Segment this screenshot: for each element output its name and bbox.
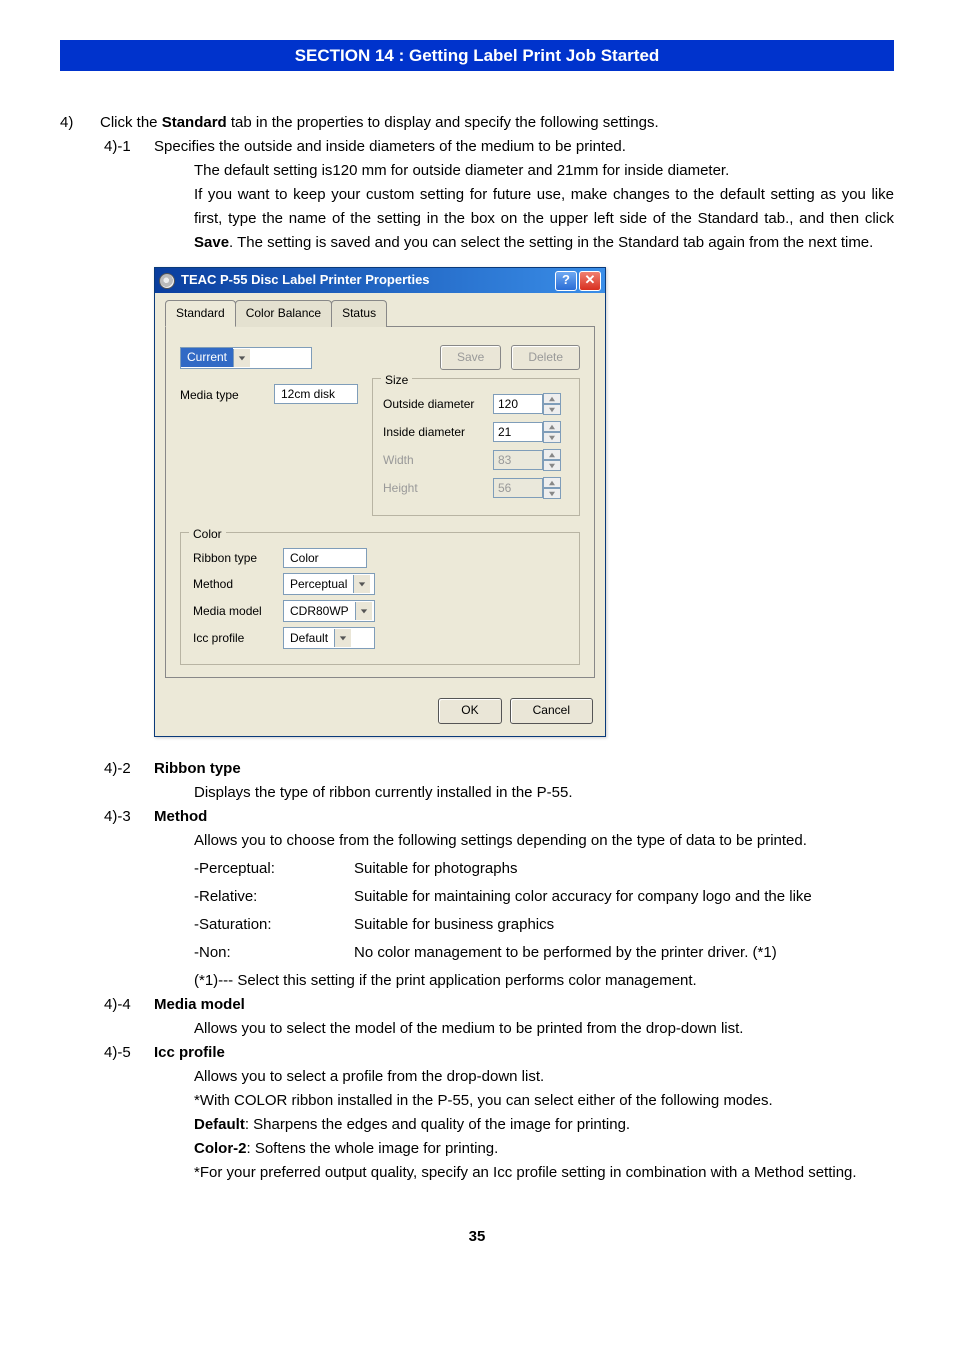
step-4-2-desc: Displays the type of ribbon currently in… — [194, 781, 894, 805]
size-legend: Size — [381, 371, 412, 390]
cancel-button[interactable]: Cancel — [510, 698, 593, 723]
outside-diameter-input[interactable]: 120 — [493, 394, 543, 414]
save-button[interactable]: Save — [440, 345, 501, 370]
tab-status[interactable]: Status — [331, 300, 387, 327]
chevron-down-icon — [543, 460, 561, 471]
step-4-5-l3: Default: Sharpens the edges and quality … — [194, 1113, 894, 1137]
chevron-down-icon[interactable] — [355, 602, 372, 620]
height-input: 56 — [493, 478, 543, 498]
step-4-1-line: Specifies the outside and inside diamete… — [154, 135, 626, 159]
chevron-up-icon[interactable] — [543, 393, 561, 404]
chevron-down-icon[interactable] — [543, 404, 561, 415]
step-4-2-number: 4)-2 — [104, 757, 154, 781]
width-spinner — [543, 449, 561, 471]
dialog-title: TEAC P-55 Disc Label Printer Properties — [181, 270, 430, 291]
step-4-1-p2: If you want to keep your custom setting … — [194, 183, 894, 255]
step-4-3-desc: Allows you to choose from the following … — [194, 829, 894, 853]
page-number: 35 — [60, 1225, 894, 1249]
chevron-up-icon — [543, 449, 561, 460]
method-label: Method — [193, 575, 283, 594]
help-button[interactable]: ? — [555, 271, 577, 291]
tab-standard[interactable]: Standard — [165, 300, 236, 327]
method-options: -Perceptual:Suitable for photographs -Re… — [194, 857, 894, 965]
step-4-4-title: Media model — [154, 993, 245, 1017]
height-spinner — [543, 477, 561, 499]
icc-profile-label: Icc profile — [193, 629, 283, 648]
chevron-down-icon[interactable] — [543, 432, 561, 443]
list-item: -Saturation:Suitable for business graphi… — [194, 913, 894, 937]
method-select[interactable]: Perceptual — [283, 573, 375, 595]
step-4-4-desc: Allows you to select the model of the me… — [194, 1017, 894, 1041]
chevron-up-icon[interactable] — [543, 421, 561, 432]
step-4-3-note: (*1)--- Select this setting if the print… — [194, 969, 894, 993]
delete-button[interactable]: Delete — [511, 345, 580, 370]
size-group: Size Outside diameter 120 Inside diamete… — [372, 378, 580, 516]
step-4-1-number: 4)-1 — [104, 135, 154, 159]
ribbon-type-field: Color — [283, 548, 367, 568]
step-4-5-number: 4)-5 — [104, 1041, 154, 1065]
chevron-up-icon — [543, 477, 561, 488]
list-item: -Non:No color management to be performed… — [194, 941, 894, 965]
preset-select[interactable]: Current — [180, 347, 312, 369]
chevron-down-icon[interactable] — [353, 575, 370, 593]
step-4-5-title: Icc profile — [154, 1041, 225, 1065]
step-4-5-l1: Allows you to select a profile from the … — [194, 1065, 894, 1089]
outside-spinner[interactable] — [543, 393, 561, 415]
ribbon-type-label: Ribbon type — [193, 549, 283, 568]
width-label: Width — [383, 451, 493, 470]
inside-spinner[interactable] — [543, 421, 561, 443]
ok-button[interactable]: OK — [438, 698, 501, 723]
section-banner: SECTION 14 : Getting Label Print Job Sta… — [20, 40, 934, 71]
step-4-5-l5: *For your preferred output quality, spec… — [194, 1161, 894, 1185]
media-type-field[interactable]: 12cm disk — [274, 384, 358, 404]
step-4-4-number: 4)-4 — [104, 993, 154, 1017]
dialog-titlebar[interactable]: TEAC P-55 Disc Label Printer Properties … — [155, 268, 605, 293]
media-model-label: Media model — [193, 602, 283, 621]
tabs: Standard Color Balance Status — [165, 299, 595, 327]
chevron-down-icon[interactable] — [233, 349, 250, 367]
inside-diameter-label: Inside diameter — [383, 423, 493, 442]
outside-diameter-label: Outside diameter — [383, 395, 493, 414]
icc-profile-select[interactable]: Default — [283, 627, 375, 649]
step-4-3-number: 4)-3 — [104, 805, 154, 829]
preset-value: Current — [181, 348, 233, 367]
step-4-number: 4) — [60, 111, 100, 135]
step-4-text: Click the Standard tab in the properties… — [100, 111, 659, 135]
chevron-down-icon[interactable] — [334, 629, 351, 647]
properties-dialog: TEAC P-55 Disc Label Printer Properties … — [154, 267, 606, 736]
inside-diameter-input[interactable]: 21 — [493, 422, 543, 442]
step-4-1-p1: The default setting is120 mm for outside… — [194, 159, 894, 183]
list-item: -Perceptual:Suitable for photographs — [194, 857, 894, 881]
step-4-5-l4: Color-2: Softens the whole image for pri… — [194, 1137, 894, 1161]
step-4-3-title: Method — [154, 805, 207, 829]
color-legend: Color — [189, 525, 226, 544]
height-label: Height — [383, 479, 493, 498]
list-item: -Relative:Suitable for maintaining color… — [194, 885, 894, 909]
disc-icon — [159, 273, 175, 289]
media-type-label: Media type — [180, 384, 260, 405]
tab-color-balance[interactable]: Color Balance — [235, 300, 332, 327]
chevron-down-icon — [543, 488, 561, 499]
width-input: 83 — [493, 450, 543, 470]
content: 4) Click the Standard tab in the propert… — [60, 111, 894, 1248]
media-model-select[interactable]: CDR80WP — [283, 600, 375, 622]
color-group: Color Ribbon type Color Method Perceptua… — [180, 532, 580, 665]
close-button[interactable]: ✕ — [579, 271, 601, 291]
step-4-5-l2: *With COLOR ribbon installed in the P-55… — [194, 1089, 894, 1113]
step-4-2-title: Ribbon type — [154, 757, 241, 781]
